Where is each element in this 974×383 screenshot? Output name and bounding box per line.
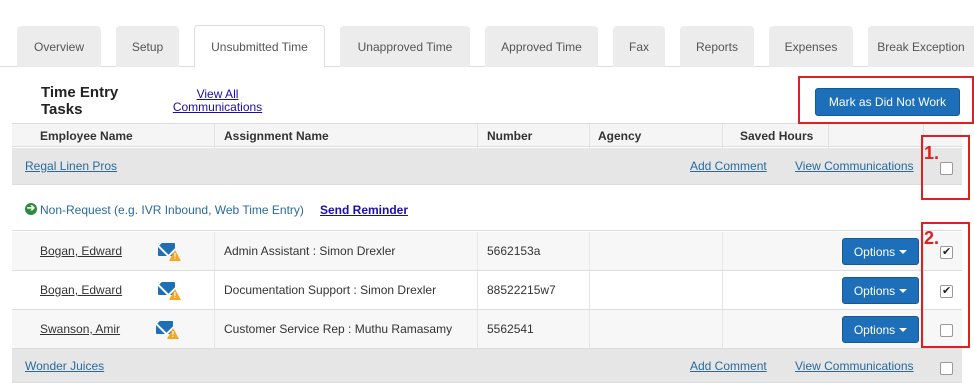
- assignment-number: 5662153a: [487, 244, 541, 258]
- tab-fax[interactable]: Fax: [613, 26, 665, 67]
- tab-setup[interactable]: Setup: [116, 26, 179, 67]
- employee-name-link[interactable]: Bogan, Edward: [40, 283, 122, 297]
- table-row: Swanson, Amir ! Customer Service Rep : M…: [12, 310, 962, 349]
- view-communications-link[interactable]: View Communications: [795, 159, 914, 173]
- options-button[interactable]: Options: [842, 238, 919, 265]
- view-all-communications-link[interactable]: View All Communications: [169, 88, 266, 114]
- tab-overview[interactable]: Overview: [17, 26, 101, 67]
- request-type-row: ➔ Non-Request (e.g. IVR Inbound, Web Tim…: [12, 185, 962, 231]
- add-comment-link[interactable]: Add Comment: [690, 159, 767, 173]
- assignment-name: Documentation Support : Simon Drexler: [224, 283, 437, 297]
- assignment-number: 5562541: [487, 322, 534, 336]
- group-row: Regal Linen Pros Add Comment View Commun…: [12, 148, 962, 185]
- tab-bar: Overview Setup Unsubmitted Time Unapprov…: [0, 0, 974, 68]
- group-name-link[interactable]: Regal Linen Pros: [25, 159, 117, 173]
- add-comment-link[interactable]: Add Comment: [690, 359, 767, 373]
- column-saved-hours[interactable]: Saved Hours: [740, 129, 813, 143]
- tab-unsubmitted-time[interactable]: Unsubmitted Time: [194, 25, 325, 68]
- assignment-name: Admin Assistant : Simon Drexler: [224, 244, 396, 258]
- table-row: Bogan, Edward ! Documentation Support : …: [12, 271, 962, 310]
- tab-break-exception[interactable]: Break Exception: [868, 26, 974, 67]
- column-assignment-name[interactable]: Assignment Name: [224, 129, 329, 143]
- annotation-label-1: 1.: [924, 143, 940, 163]
- table-header: Employee Name Assignment Name Number Age…: [12, 123, 962, 148]
- tab-expenses[interactable]: Expenses: [769, 26, 853, 67]
- column-employee-name[interactable]: Employee Name: [40, 129, 133, 143]
- column-agency[interactable]: Agency: [598, 129, 641, 143]
- options-button[interactable]: Options: [842, 316, 919, 343]
- view-communications-link[interactable]: View Communications: [795, 359, 914, 373]
- send-reminder-link[interactable]: Send Reminder: [320, 203, 408, 217]
- tab-reports[interactable]: Reports: [680, 26, 754, 67]
- arrow-right-circle-icon: ➔: [25, 203, 37, 215]
- column-number[interactable]: Number: [487, 129, 532, 143]
- group-select-checkbox[interactable]: [940, 362, 953, 375]
- caret-down-icon: [899, 249, 908, 254]
- assignment-name: Customer Service Rep : Muthu Ramasamy: [224, 322, 453, 336]
- tab-approved-time[interactable]: Approved Time: [485, 26, 598, 67]
- request-type-label: Non-Request (e.g. IVR Inbound, Web Time …: [40, 203, 304, 217]
- page-title: Time Entry Tasks: [41, 84, 119, 118]
- options-button[interactable]: Options: [842, 277, 919, 304]
- group-name-link[interactable]: Wonder Juices: [25, 359, 104, 373]
- employee-name-link[interactable]: Swanson, Amir: [40, 322, 120, 336]
- table-row: Bogan, Edward ! Admin Assistant : Simon …: [12, 232, 962, 271]
- caret-down-icon: [899, 327, 908, 332]
- assignment-number: 88522215w7: [487, 283, 556, 297]
- annotation-label-2: 2.: [924, 228, 940, 248]
- tab-unapproved-time[interactable]: Unapproved Time: [340, 26, 470, 67]
- employee-name-link[interactable]: Bogan, Edward: [40, 244, 122, 258]
- caret-down-icon: [899, 288, 908, 293]
- group-row: Wonder Juices Add Comment View Communica…: [12, 349, 962, 383]
- page: Overview Setup Unsubmitted Time Unapprov…: [0, 0, 974, 383]
- annotation-box-mark-button: [798, 76, 974, 124]
